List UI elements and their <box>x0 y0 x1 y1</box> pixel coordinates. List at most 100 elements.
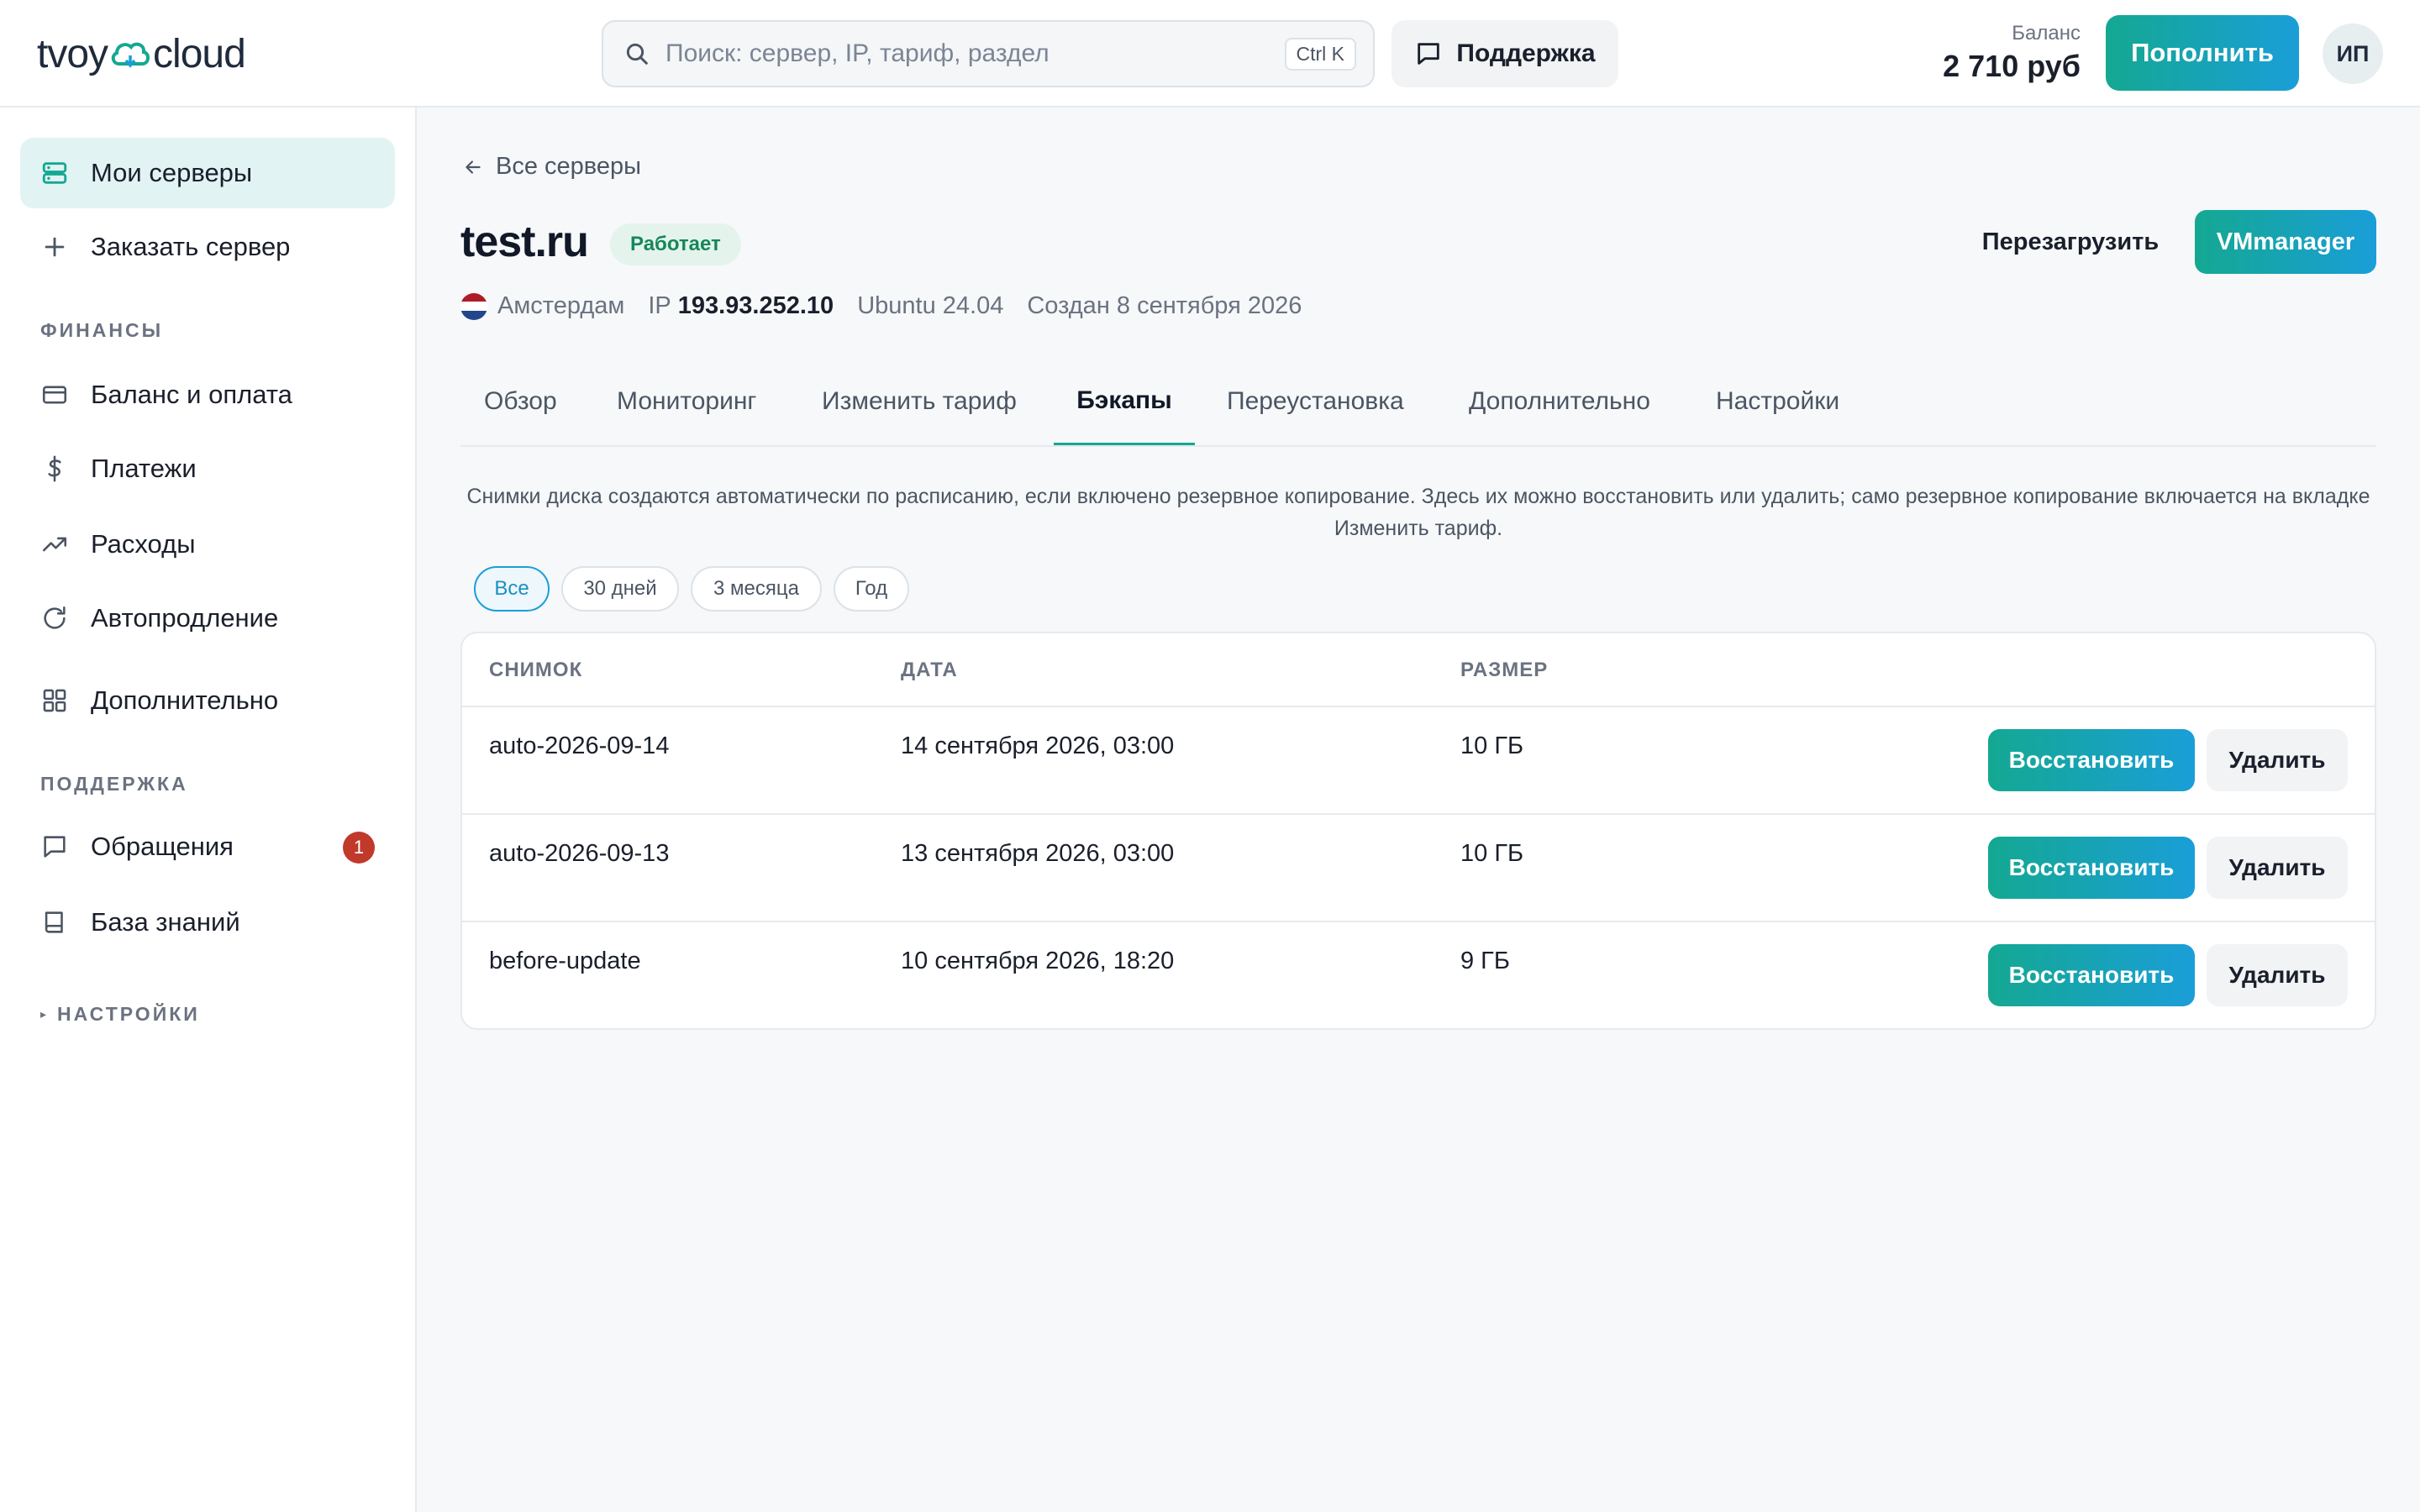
sidebar-item-extra[interactable]: Дополнительно <box>20 665 395 736</box>
sidebar-item-expenses[interactable]: Расходы <box>20 509 395 580</box>
sidebar-item-label: Автопродление <box>91 603 279 633</box>
logo-text-part1: tvoy <box>37 31 108 76</box>
restore-button[interactable]: Восстановить <box>1988 837 2195 899</box>
sidebar-item-label: Платежи <box>91 454 197 483</box>
balance-value: 2 710 руб <box>1943 49 2081 83</box>
filter-3-months[interactable]: 3 месяца <box>691 566 822 612</box>
table-row: before-update 10 сентября 2026, 18:20 9 … <box>462 922 2375 1028</box>
sidebar-item-balance[interactable]: Баланс и оплата <box>20 360 395 430</box>
tab-bar: Обзор Мониторинг Изменить тариф Бэкапы П… <box>460 358 2376 447</box>
sidebar-section-support: ПОДДЕРЖКА <box>40 773 188 795</box>
delete-button[interactable]: Удалить <box>2207 944 2348 1006</box>
backups-table: СНИМОК ДАТА РАЗМЕР auto-2026-09-14 14 се… <box>460 632 2376 1030</box>
column-header-snapshot: СНИМОК <box>489 659 583 681</box>
sidebar: Мои серверы Заказать сервер ФИНАНСЫ Бала… <box>0 108 417 1512</box>
tab-reinstall[interactable]: Переустановка <box>1227 358 1404 445</box>
arrow-left-icon <box>466 160 481 174</box>
server-os: Ubuntu 24.04 <box>857 292 1004 319</box>
delete-button[interactable]: Удалить <box>2207 729 2348 791</box>
tab-backups[interactable]: Бэкапы <box>1054 358 1195 445</box>
grid-icon <box>43 689 66 712</box>
table-header: СНИМОК ДАТА РАЗМЕР <box>462 633 2375 707</box>
sidebar-item-label: Расходы <box>91 529 196 559</box>
topup-button[interactable]: Пополнить <box>2106 15 2299 91</box>
book-icon <box>45 911 63 933</box>
tab-settings[interactable]: Настройки <box>1716 358 1839 445</box>
table-row: auto-2026-09-13 13 сентября 2026, 03:00 … <box>462 815 2375 922</box>
top-bar: tvoy cloud Поиск: сервер, IP, тариф, раз… <box>0 0 2420 108</box>
sidebar-item-knowledge-base[interactable]: База знаний <box>20 887 395 958</box>
snapshot-name: before-update <box>489 948 641 974</box>
snapshot-name: auto-2026-09-13 <box>489 840 670 867</box>
chat-icon <box>1418 43 1440 65</box>
sidebar-item-label: Мои серверы <box>91 158 253 187</box>
caret-right-icon: ▸ <box>40 1007 50 1021</box>
filter-all[interactable]: Все <box>474 566 550 612</box>
page-title: test.ru <box>460 218 589 266</box>
column-header-size: РАЗМЕР <box>1460 659 1549 681</box>
server-location: Амстердам <box>497 292 625 319</box>
snapshot-name: auto-2026-09-14 <box>489 732 670 759</box>
chat-icon <box>44 836 66 858</box>
plus-icon <box>45 237 65 257</box>
snapshot-date: 14 сентября 2026, 03:00 <box>901 732 1175 759</box>
status-badge: Работает <box>610 223 741 265</box>
support-button[interactable]: Поддержка <box>1392 20 1618 87</box>
search-shortcut-hint: Ctrl K <box>1284 37 1356 71</box>
snapshot-size: 9 ГБ <box>1460 948 1510 974</box>
search-bar[interactable]: Поиск: сервер, IP, тариф, раздел Ctrl K <box>602 20 1375 87</box>
support-button-label: Поддержка <box>1456 39 1596 67</box>
logo-text-part2: cloud <box>153 31 246 76</box>
back-link-label: Все серверы <box>496 153 641 180</box>
sidebar-item-tickets[interactable]: Обращения 1 <box>20 811 395 882</box>
tab-extra[interactable]: Дополнительно <box>1469 358 1650 445</box>
search-icon <box>626 43 648 65</box>
search-input[interactable]: Поиск: сервер, IP, тариф, раздел <box>666 39 1285 68</box>
tickets-count-badge: 1 <box>343 832 375 864</box>
credit-card-icon <box>42 386 67 404</box>
back-link[interactable]: Все серверы <box>462 153 641 181</box>
sidebar-item-order-server[interactable]: Заказать сервер <box>20 212 395 282</box>
avatar[interactable]: ИП <box>2323 24 2383 84</box>
ip-label: IP <box>648 292 671 319</box>
ip-address: 193.93.252.10 <box>677 292 834 319</box>
balance-label: Баланс <box>2012 22 2081 45</box>
logo[interactable]: tvoy cloud <box>37 29 246 79</box>
sidebar-item-label: Баланс и оплата <box>91 380 292 409</box>
sidebar-section-settings[interactable]: ▸ НАСТРОЙКИ <box>40 1003 200 1026</box>
sidebar-section-finance: ФИНАНСЫ <box>40 319 164 341</box>
column-header-date: ДАТА <box>901 659 958 681</box>
filter-year[interactable]: Год <box>834 566 909 612</box>
reboot-button[interactable]: Перезагрузить <box>1958 210 2183 274</box>
sidebar-section-settings-label: НАСТРОЙКИ <box>57 1003 200 1025</box>
sidebar-item-payments[interactable]: Платежи <box>20 433 395 504</box>
tab-monitoring[interactable]: Мониторинг <box>617 358 756 445</box>
backups-description: Снимки диска создаются автоматически по … <box>466 485 2370 540</box>
sidebar-item-label: Дополнительно <box>91 685 279 715</box>
sidebar-item-label: Обращения <box>91 832 234 861</box>
sidebar-item-my-servers[interactable]: Мои серверы <box>20 138 395 208</box>
table-row: auto-2026-09-14 14 сентября 2026, 03:00 … <box>462 707 2375 815</box>
netherlands-flag-icon <box>460 292 487 320</box>
vmmanager-button[interactable]: VMmanager <box>2195 210 2376 274</box>
main-content: Все серверы test.ru Работает Перезагрузи… <box>418 109 2420 1512</box>
cloud-icon <box>111 42 150 68</box>
snapshot-date: 10 сентября 2026, 18:20 <box>901 948 1175 974</box>
delete-button[interactable]: Удалить <box>2207 837 2348 899</box>
refresh-icon <box>44 606 66 629</box>
dollar-icon <box>48 455 61 482</box>
snapshot-size: 10 ГБ <box>1460 732 1524 759</box>
tab-change-plan[interactable]: Изменить тариф <box>822 358 1017 445</box>
restore-button[interactable]: Восстановить <box>1988 729 2195 791</box>
filter-30-days[interactable]: 30 дней <box>561 566 679 612</box>
trend-icon <box>42 537 67 552</box>
tab-overview[interactable]: Обзор <box>484 358 557 445</box>
sidebar-item-label: Заказать сервер <box>91 232 291 261</box>
restore-button[interactable]: Восстановить <box>1988 944 2195 1006</box>
sidebar-item-label: База знаний <box>91 907 240 937</box>
server-meta: Амстердам IP 193.93.252.10 Ubuntu 24.04 … <box>460 292 1302 320</box>
snapshot-size: 10 ГБ <box>1460 840 1524 867</box>
balance-display: Баланс 2 710 руб <box>1943 22 2081 84</box>
sidebar-item-autorenew[interactable]: Автопродление <box>20 583 395 654</box>
server-created-date: Создан 8 сентября 2026 <box>1027 292 1302 319</box>
